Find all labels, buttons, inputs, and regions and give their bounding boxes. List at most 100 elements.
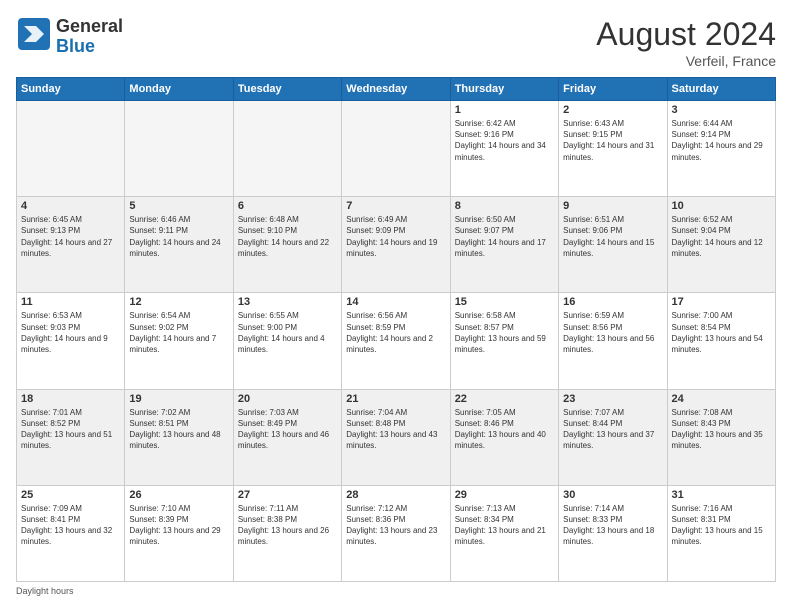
calendar-cell: 20Sunrise: 7:03 AMSunset: 8:49 PMDayligh… — [233, 389, 341, 485]
page: General Blue August 2024 Verfeil, France… — [0, 0, 792, 612]
day-number: 3 — [672, 104, 771, 116]
day-info: Sunrise: 6:54 AMSunset: 9:02 PMDaylight:… — [129, 310, 228, 355]
logo-icon — [16, 16, 52, 52]
calendar-cell: 12 Sunrise: 6:54 AMSunset: 9:02 PMDayligh… — [125, 293, 233, 389]
day-info: Sunrise: 6:52 AMSunset: 9:04 PMDaylight:… — [672, 214, 771, 259]
weekday-header: Monday — [125, 78, 233, 101]
calendar-cell: 14 Sunrise: 6:56 AMSunset: 8:59 PMDayligh… — [342, 293, 450, 389]
calendar-cell: 18Sunrise: 7:01 AMSunset: 8:52 PMDayligh… — [17, 389, 125, 485]
calendar-cell: 4 Sunrise: 6:45 AMSunset: 9:13 PMDaylight… — [17, 197, 125, 293]
day-info: Sunrise: 7:10 AMSunset: 8:39 PMDaylight:… — [129, 503, 228, 548]
day-info: Sunrise: 6:43 AMSunset: 9:15 PMDaylight:… — [563, 118, 662, 163]
day-info: Sunrise: 7:11 AMSunset: 8:38 PMDaylight:… — [238, 503, 337, 548]
day-info: Sunrise: 6:58 AMSunset: 8:57 PMDaylight:… — [455, 310, 554, 355]
day-info: Sunrise: 6:53 AMSunset: 9:03 PMDaylight:… — [21, 310, 120, 355]
calendar-cell: 28 Sunrise: 7:12 AMSunset: 8:36 PMDayligh… — [342, 485, 450, 581]
calendar-cell — [125, 101, 233, 197]
day-info: Sunrise: 7:00 AMSunset: 8:54 PMDaylight:… — [672, 310, 771, 355]
day-number: 13 — [238, 296, 337, 308]
day-info: Sunrise: 7:13 AMSunset: 8:34 PMDaylight:… — [455, 503, 554, 548]
day-number: 15 — [455, 296, 554, 308]
day-number: 8 — [455, 200, 554, 212]
calendar-week-row: 4 Sunrise: 6:45 AMSunset: 9:13 PMDaylight… — [17, 197, 776, 293]
day-number: 17 — [672, 296, 771, 308]
day-number: 31 — [672, 489, 771, 501]
day-number: 30 — [563, 489, 662, 501]
day-number: 21 — [346, 393, 445, 405]
day-number: 4 — [21, 200, 120, 212]
weekday-header: Thursday — [450, 78, 558, 101]
day-info: Sunrise: 7:14 AMSunset: 8:33 PMDaylight:… — [563, 503, 662, 548]
calendar-cell: 21 Sunrise: 7:04 AMSunset: 8:48 PMDayligh… — [342, 389, 450, 485]
day-info: Sunrise: 6:48 AMSunset: 9:10 PMDaylight:… — [238, 214, 337, 259]
day-number: 25 — [21, 489, 120, 501]
calendar-week-row: 18Sunrise: 7:01 AMSunset: 8:52 PMDayligh… — [17, 389, 776, 485]
day-info: Sunrise: 6:50 AMSunset: 9:07 PMDaylight:… — [455, 214, 554, 259]
day-info: Sunrise: 7:12 AMSunset: 8:36 PMDaylight:… — [346, 503, 445, 548]
day-info: Sunrise: 7:07 AMSunset: 8:44 PMDaylight:… — [563, 407, 662, 452]
weekday-header: Saturday — [667, 78, 775, 101]
calendar-cell: 10 Sunrise: 6:52 AMSunset: 9:04 PMDayligh… — [667, 197, 775, 293]
day-number: 11 — [21, 296, 120, 308]
weekday-header: Tuesday — [233, 78, 341, 101]
calendar-cell: 9Sunrise: 6:51 AMSunset: 9:06 PMDaylight… — [559, 197, 667, 293]
day-number: 6 — [238, 200, 337, 212]
day-info: Sunrise: 6:56 AMSunset: 8:59 PMDaylight:… — [346, 310, 445, 355]
calendar-cell: 7 Sunrise: 6:49 AMSunset: 9:09 PMDaylight… — [342, 197, 450, 293]
day-number: 28 — [346, 489, 445, 501]
day-info: Sunrise: 7:16 AMSunset: 8:31 PMDaylight:… — [672, 503, 771, 548]
footer-note: Daylight hours — [16, 586, 776, 596]
day-info: Sunrise: 6:46 AMSunset: 9:11 PMDaylight:… — [129, 214, 228, 259]
day-number: 14 — [346, 296, 445, 308]
calendar-week-row: 1 Sunrise: 6:42 AMSunset: 9:16 PMDaylight… — [17, 101, 776, 197]
calendar-week-row: 25Sunrise: 7:09 AMSunset: 8:41 PMDayligh… — [17, 485, 776, 581]
calendar-cell: 30 Sunrise: 7:14 AMSunset: 8:33 PMDayligh… — [559, 485, 667, 581]
day-info: Sunrise: 7:08 AMSunset: 8:43 PMDaylight:… — [672, 407, 771, 452]
calendar-cell — [17, 101, 125, 197]
day-number: 12 — [129, 296, 228, 308]
weekday-header-row: SundayMondayTuesdayWednesdayThursdayFrid… — [17, 78, 776, 101]
weekday-header: Sunday — [17, 78, 125, 101]
day-info: Sunrise: 6:45 AMSunset: 9:13 PMDaylight:… — [21, 214, 120, 259]
calendar-cell: 17 Sunrise: 7:00 AMSunset: 8:54 PMDayligh… — [667, 293, 775, 389]
day-info: Sunrise: 6:49 AMSunset: 9:09 PMDaylight:… — [346, 214, 445, 259]
day-number: 1 — [455, 104, 554, 116]
calendar-cell: 1 Sunrise: 6:42 AMSunset: 9:16 PMDaylight… — [450, 101, 558, 197]
weekday-header: Wednesday — [342, 78, 450, 101]
day-number: 2 — [563, 104, 662, 116]
header: General Blue August 2024 Verfeil, France — [16, 16, 776, 69]
weekday-header: Friday — [559, 78, 667, 101]
calendar-cell: 3 Sunrise: 6:44 AMSunset: 9:14 PMDaylight… — [667, 101, 775, 197]
logo-blue: Blue — [56, 37, 123, 57]
day-info: Sunrise: 7:04 AMSunset: 8:48 PMDaylight:… — [346, 407, 445, 452]
day-number: 16 — [563, 296, 662, 308]
location: Verfeil, France — [596, 53, 776, 69]
day-number: 29 — [455, 489, 554, 501]
day-number: 10 — [672, 200, 771, 212]
calendar: SundayMondayTuesdayWednesdayThursdayFrid… — [16, 77, 776, 582]
day-info: Sunrise: 6:42 AMSunset: 9:16 PMDaylight:… — [455, 118, 554, 163]
calendar-cell: 11 Sunrise: 6:53 AMSunset: 9:03 PMDayligh… — [17, 293, 125, 389]
calendar-cell: 24Sunrise: 7:08 AMSunset: 8:43 PMDayligh… — [667, 389, 775, 485]
day-info: Sunrise: 7:05 AMSunset: 8:46 PMDaylight:… — [455, 407, 554, 452]
calendar-cell — [233, 101, 341, 197]
day-number: 26 — [129, 489, 228, 501]
calendar-cell: 2 Sunrise: 6:43 AMSunset: 9:15 PMDaylight… — [559, 101, 667, 197]
day-info: Sunrise: 6:59 AMSunset: 8:56 PMDaylight:… — [563, 310, 662, 355]
logo: General Blue — [16, 16, 123, 57]
day-number: 20 — [238, 393, 337, 405]
day-number: 5 — [129, 200, 228, 212]
title-block: August 2024 Verfeil, France — [596, 16, 776, 69]
logo-general: General — [56, 17, 123, 37]
day-number: 19 — [129, 393, 228, 405]
calendar-cell: 15 Sunrise: 6:58 AMSunset: 8:57 PMDayligh… — [450, 293, 558, 389]
calendar-cell: 8 Sunrise: 6:50 AMSunset: 9:07 PMDaylight… — [450, 197, 558, 293]
calendar-cell: 13Sunrise: 6:55 AMSunset: 9:00 PMDayligh… — [233, 293, 341, 389]
calendar-cell: 25Sunrise: 7:09 AMSunset: 8:41 PMDayligh… — [17, 485, 125, 581]
day-number: 7 — [346, 200, 445, 212]
day-number: 23 — [563, 393, 662, 405]
day-info: Sunrise: 7:01 AMSunset: 8:52 PMDaylight:… — [21, 407, 120, 452]
daylight-label: Daylight hours — [16, 586, 74, 596]
day-info: Sunrise: 7:02 AMSunset: 8:51 PMDaylight:… — [129, 407, 228, 452]
day-info: Sunrise: 6:44 AMSunset: 9:14 PMDaylight:… — [672, 118, 771, 163]
